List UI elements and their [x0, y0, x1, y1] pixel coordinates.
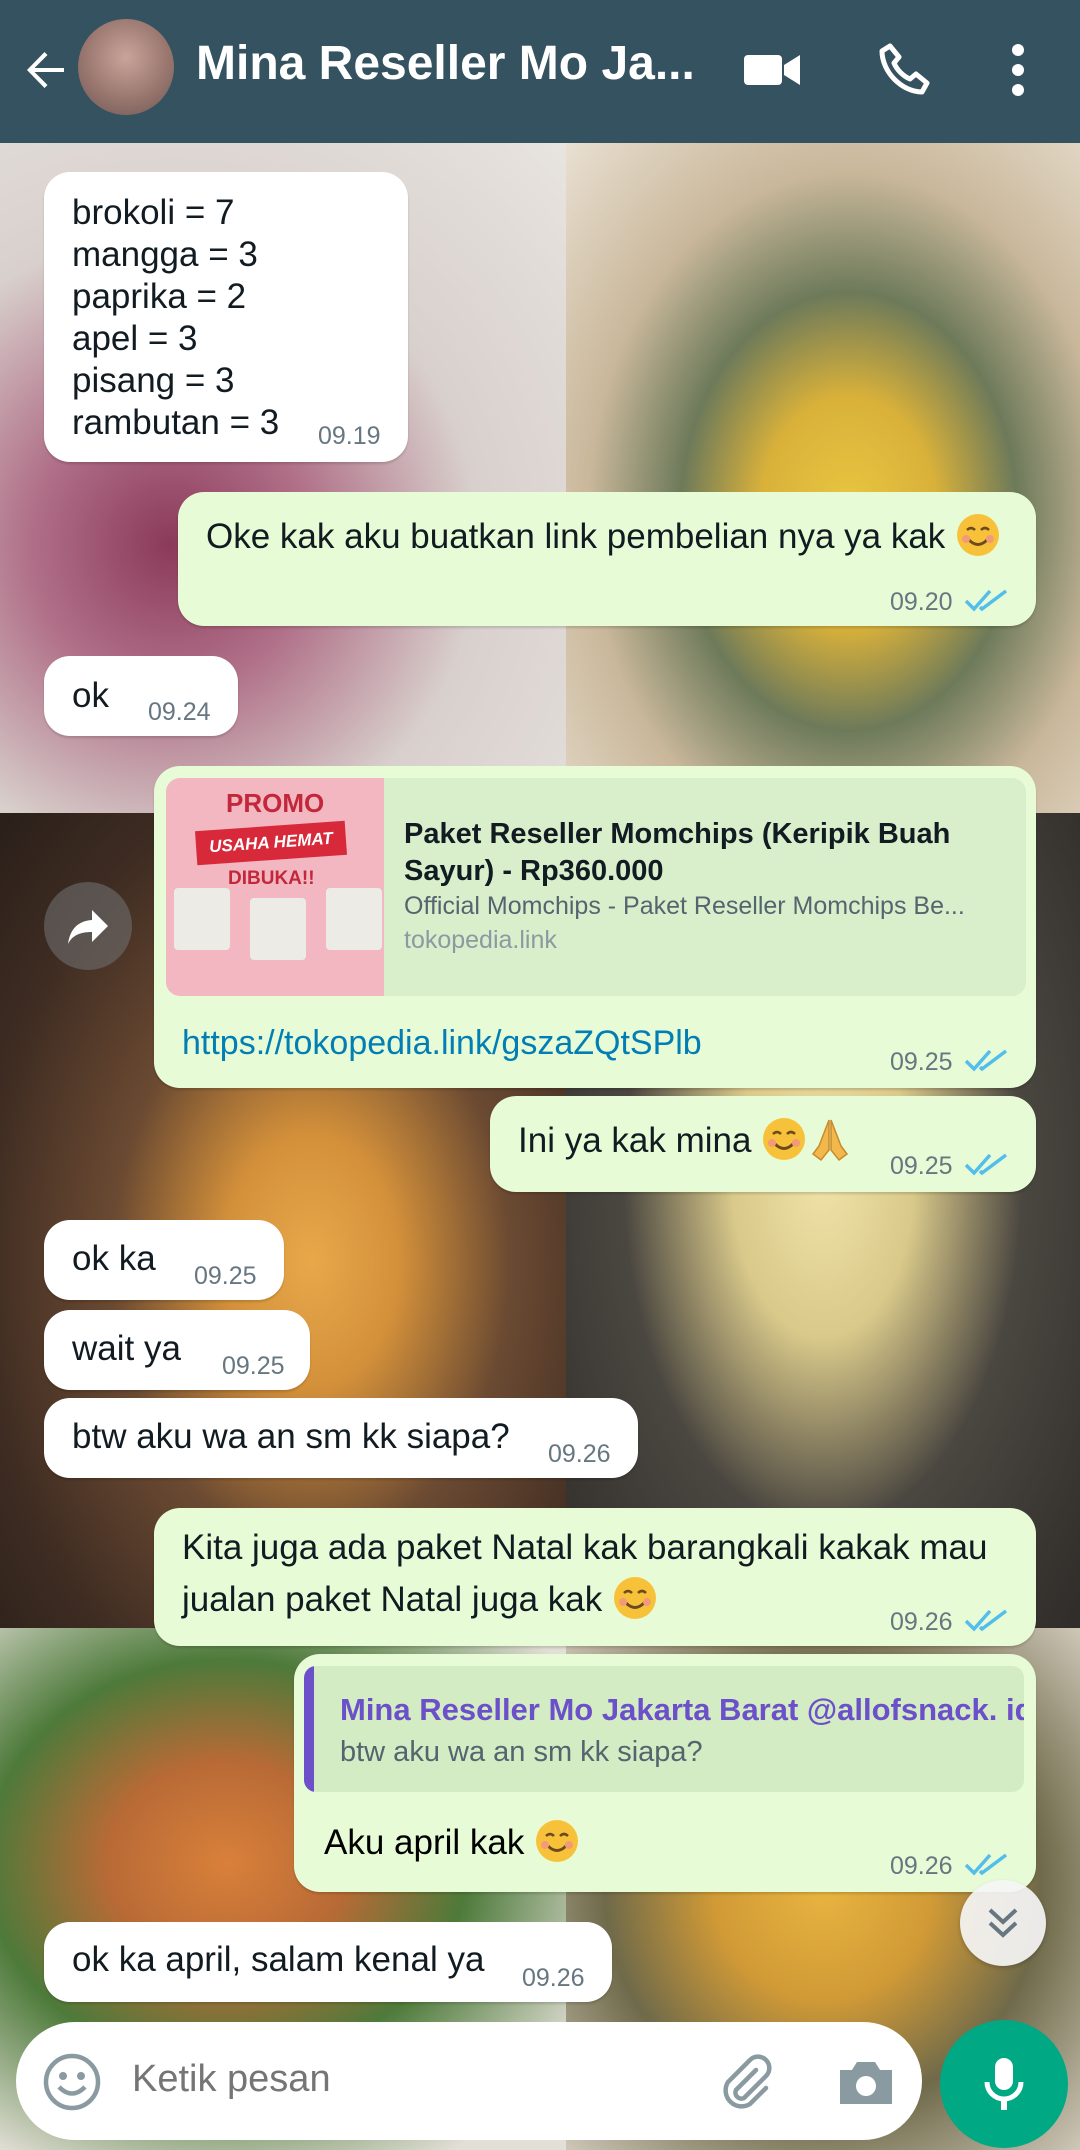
read-ticks-icon — [964, 1853, 1008, 1876]
product-pack-image — [174, 888, 230, 950]
wallpaper-photo-jackfruit-chips — [566, 143, 1080, 813]
quoted-message[interactable]: Mina Reseller Mo Jakarta Barat @allofsna… — [304, 1666, 1024, 1792]
folded-hands-icon — [812, 1119, 849, 1162]
emoji-icon[interactable] — [42, 2052, 102, 2112]
smiling-face-icon — [614, 1577, 657, 1619]
message-line: rambutan = 3 — [72, 403, 280, 442]
message-text: ok — [72, 676, 109, 715]
message-line: jualan paket Natal juga kak — [182, 1580, 603, 1619]
smiling-face-icon — [957, 514, 1000, 556]
link-preview-image: PROMO USAHA HEMAT DIBUKA!! — [166, 778, 384, 996]
message-bubble-incoming[interactable]: wait ya 09.25 — [44, 1310, 310, 1390]
link-preview-domain: tokopedia.link — [404, 926, 557, 954]
quote-accent-bar — [304, 1666, 314, 1792]
message-text: Oke kak aku buatkan link pembelian nya y… — [206, 517, 946, 556]
preview-image-text: DIBUKA!! — [228, 868, 315, 889]
message-bubble-incoming[interactable]: ok 09.24 — [44, 656, 238, 736]
product-pack-image — [326, 888, 382, 950]
preview-image-text: USAHA HEMAT — [194, 820, 348, 866]
message-text: wait ya — [72, 1329, 181, 1368]
message-time: 09.26 — [890, 1852, 953, 1880]
voice-record-button[interactable] — [940, 2020, 1068, 2148]
message-text: ok ka april, salam kenal ya — [72, 1940, 485, 1979]
message-bubble-incoming[interactable]: brokoli = 7 mangga = 3 paprika = 2 apel … — [44, 172, 408, 462]
forward-button[interactable] — [44, 882, 132, 970]
smiling-face-icon — [763, 1118, 806, 1160]
link-preview-title: Paket Reseller Momchips (Keripik Buah Sa… — [404, 818, 951, 887]
message-time: 09.26 — [890, 1608, 953, 1636]
share-arrow-icon — [68, 910, 108, 944]
preview-image-text: PROMO — [226, 788, 325, 818]
message-bubble-incoming[interactable]: btw aku wa an sm kk siapa? 09.26 — [44, 1398, 638, 1478]
message-bubble-outgoing[interactable]: Ini ya kak mina 09.25 — [490, 1096, 1036, 1192]
quoted-author: Mina Reseller Mo Jakarta Barat @allofsna… — [340, 1692, 1024, 1727]
message-link[interactable]: https://tokopedia.link/gszaZQtSPlb — [182, 1024, 702, 1063]
message-text: btw aku wa an sm kk siapa? — [72, 1417, 510, 1456]
chat-header: Mina Reseller Mo Ja... — [0, 0, 1080, 143]
message-line: pisang = 3 — [72, 361, 235, 400]
message-line: Kita juga ada paket Natal kak barangkali… — [182, 1528, 988, 1567]
phone-icon[interactable] — [872, 38, 936, 102]
message-time: 09.26 — [548, 1440, 611, 1468]
message-input[interactable] — [132, 2058, 692, 2101]
more-vert-icon[interactable] — [986, 38, 1050, 102]
message-time: 09.26 — [522, 1964, 585, 1992]
read-ticks-icon — [964, 1153, 1008, 1176]
message-bubble-incoming[interactable]: ok ka 09.25 — [44, 1220, 284, 1300]
link-preview-card[interactable]: PROMO USAHA HEMAT DIBUKA!! Paket Reselle… — [166, 778, 1026, 996]
link-preview-description: Official Momchips - Paket Reseller Momch… — [404, 892, 965, 920]
message-time: 09.19 — [318, 422, 381, 450]
message-bubble-incoming[interactable]: ok ka april, salam kenal ya 09.26 — [44, 1922, 612, 2002]
message-line: apel = 3 — [72, 319, 198, 358]
message-time: 09.20 — [890, 588, 953, 616]
message-time: 09.24 — [148, 698, 211, 726]
message-time: 09.25 — [890, 1048, 953, 1076]
message-text: Aku april kak — [324, 1823, 525, 1862]
smiling-face-icon — [536, 1820, 579, 1862]
read-ticks-icon — [964, 1609, 1008, 1632]
read-ticks-icon — [964, 1049, 1008, 1072]
message-text: Ini ya kak mina — [518, 1121, 752, 1160]
read-ticks-icon — [964, 589, 1008, 612]
contact-name[interactable]: Mina Reseller Mo Ja... — [196, 36, 696, 91]
message-bubble-outgoing[interactable]: Kita juga ada paket Natal kak barangkali… — [154, 1508, 1036, 1646]
message-line: brokoli = 7 — [72, 193, 235, 232]
video-call-icon[interactable] — [740, 38, 804, 102]
scroll-to-bottom-button[interactable] — [960, 1880, 1046, 1966]
arrow-back-icon[interactable] — [18, 42, 74, 98]
message-time: 09.25 — [890, 1152, 953, 1180]
message-time: 09.25 — [194, 1262, 257, 1290]
message-time: 09.25 — [222, 1352, 285, 1380]
product-pack-image — [250, 898, 306, 960]
message-line: mangga = 3 — [72, 235, 258, 274]
message-text: ok ka — [72, 1239, 156, 1278]
mic-icon — [984, 2058, 1024, 2110]
double-chevron-down-icon — [988, 1908, 1018, 1938]
message-line: paprika = 2 — [72, 277, 247, 316]
attach-icon[interactable] — [716, 2052, 776, 2112]
camera-icon[interactable] — [834, 2052, 898, 2112]
contact-avatar[interactable] — [78, 19, 174, 115]
quoted-text: btw aku wa an sm kk siapa? — [340, 1736, 703, 1768]
message-bubble-outgoing[interactable]: Oke kak aku buatkan link pembelian nya y… — [178, 492, 1036, 626]
